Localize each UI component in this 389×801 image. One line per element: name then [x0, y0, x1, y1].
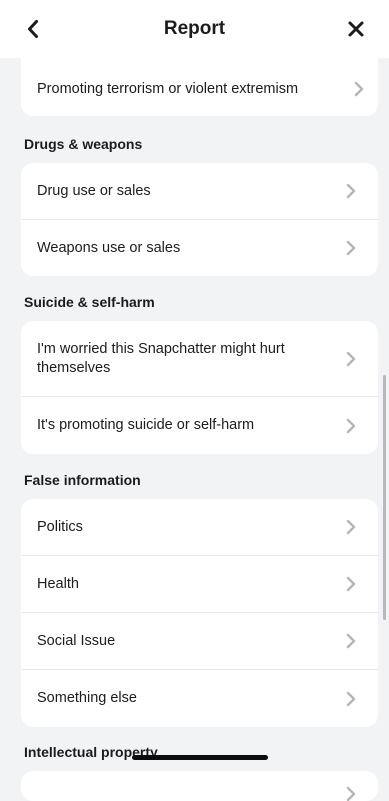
option-label: Promoting terrorism or violent extremism	[37, 80, 299, 97]
chevron-right-icon	[346, 240, 356, 256]
option-label: Health	[37, 575, 79, 592]
chevron-right-icon	[346, 576, 356, 592]
section-title-suicide-self-harm: Suicide & self-harm	[24, 294, 155, 310]
chevron-right-icon	[346, 786, 356, 801]
option-label: It's promoting suicide or self-harm	[37, 417, 255, 433]
option-weapons-use[interactable]: Weapons use or sales	[21, 220, 378, 276]
header-bar: Report	[0, 0, 389, 58]
section-title-drugs-weapons: Drugs & weapons	[24, 136, 143, 152]
option-social-issue[interactable]: Social Issue	[21, 613, 378, 670]
option-label: I'm worried this Snapchatter might hurt …	[37, 340, 285, 376]
page-title: Report	[163, 18, 226, 39]
option-label: Social Issue	[37, 632, 116, 649]
option-label: Something else	[37, 690, 137, 706]
home-indicator[interactable]	[132, 755, 268, 760]
chevron-right-icon	[346, 633, 356, 649]
card-intellectual-property	[21, 771, 378, 801]
report-options-list[interactable]: Promoting terrorism or violent extremism…	[0, 0, 389, 801]
option-politics[interactable]: Politics	[21, 499, 378, 556]
option-partially-visible[interactable]	[21, 771, 378, 801]
option-drug-use[interactable]: Drug use or sales	[21, 163, 378, 220]
card-false-information: Politics Health Social Issue Something e…	[21, 499, 378, 727]
chevron-right-icon	[346, 183, 356, 199]
option-label: Weapons use or sales	[37, 239, 181, 256]
option-promoting-suicide[interactable]: It's promoting suicide or self-harm	[21, 397, 378, 454]
option-worried-snapchatter[interactable]: I'm worried this Snapchatter might hurt …	[21, 321, 378, 397]
option-health[interactable]: Health	[21, 556, 378, 613]
chevron-right-icon	[354, 81, 364, 97]
scrollbar[interactable]	[383, 375, 386, 620]
chevron-left-icon	[28, 20, 38, 38]
option-something-else[interactable]: Something else	[21, 670, 378, 727]
chevron-right-icon	[346, 418, 356, 433]
chevron-right-icon	[346, 519, 356, 535]
card-drugs-weapons: Drug use or sales Weapons use or sales	[21, 163, 378, 276]
close-button[interactable]	[343, 15, 369, 43]
back-button[interactable]	[20, 15, 46, 43]
close-icon	[348, 21, 364, 37]
section-title-false-information: False information	[24, 472, 141, 488]
chevron-right-icon	[346, 351, 356, 366]
card-suicide-self-harm: I'm worried this Snapchatter might hurt …	[21, 321, 378, 454]
option-label: Drug use or sales	[37, 182, 151, 199]
chevron-right-icon	[346, 691, 356, 706]
option-label: Politics	[37, 518, 83, 535]
